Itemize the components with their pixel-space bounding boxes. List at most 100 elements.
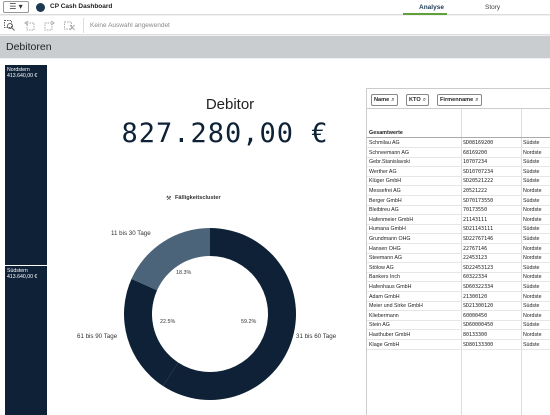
donut-slice-0[interactable] [131,228,210,291]
selection-toolbar: Keine Auswahl angewendet [0,16,550,35]
search-icon: ⌕ [422,97,427,103]
table-row[interactable]: Klage GmbH SD80133300 Südste [367,341,550,350]
table-row[interactable]: Humana GmbH SD21143111 Südste [367,225,550,235]
cell-kto: SD60000450 [463,322,494,329]
active-tab-indicator [403,13,447,15]
cell-kto: 22453123 [463,255,488,262]
segment-label-61-90: 61 bis 90 Tage [77,333,118,340]
cell-kto: SD60322334 [463,284,494,290]
cell-kto: 20521222 [463,188,488,194]
cell-firmenname: Südste [523,341,540,348]
cell-firmenname: Nordste [523,274,542,281]
table-row[interactable]: Gebr.Stanislavski 10707234 Südste [367,158,550,168]
cluster-icon[interactable]: ⚒ [166,195,171,202]
table-row[interactable]: Hafenhaus GmbH SD60322334 Südste [367,283,550,292]
cell-kto: 21300120 [463,293,488,300]
kpi-value: 827.280,00 € [121,118,329,149]
donut-chart[interactable] [100,222,320,402]
sheet-title: Debitoren [6,41,52,53]
table-row[interactable]: Klüger GmbH SD20521222 Südste [367,177,550,187]
step-back-icon[interactable] [24,20,35,31]
column-header-label: Name [374,97,390,103]
cell-firmenname: Südste [523,236,540,242]
table-row[interactable]: Bankers Inch 60322334 Nordste [367,273,550,283]
step-forward-icon[interactable] [44,20,55,31]
cell-firmenname: Südste [523,303,540,310]
cell-name: Klage GmbH [369,341,400,348]
cell-firmenname: Nordste [523,216,542,223]
table-row[interactable]: Berger GmbH SD70173550 Südste [367,197,550,206]
column-header-label: KTO [409,97,421,103]
column-search-name[interactable]: Name ⌕ [371,94,398,106]
table-row[interactable]: Stein AG SD60000450 Südste [367,321,550,331]
cell-firmenname: Südste [523,178,540,185]
cell-firmenname: Südste [523,168,540,175]
tab-story[interactable]: Story [485,4,500,11]
table-row[interactable]: Meier und Sirke GmbH SD21300120 Südste [367,302,550,312]
totals-row-label: Gesamtwerte [369,130,403,136]
cell-kto: SD22453123 [463,264,494,271]
region-value: 413.640,00 € [7,274,38,280]
column-search-kto[interactable]: KTO ⌕ [406,94,430,106]
pct-label-61-90: 22.5% [160,319,176,325]
top-bar: ☰ ▾ CP Cash Dashboard Analyse Story [0,0,550,15]
table-row[interactable]: Messefrei AG 20521222 Nordste [367,187,550,196]
table-row[interactable]: Adam GmbH 21300120 Nordste [367,293,550,302]
cell-name: Werther AG [369,168,397,175]
cell-name: Schneemann AG [369,149,410,156]
cell-firmenname: Südste [523,140,540,146]
cell-firmenname: Nordste [523,332,542,338]
table-row[interactable]: Steemann AG 22453123 Nordste [367,254,550,264]
cell-kto: SD20521222 [463,178,494,185]
table-row[interactable]: Hafenmeier GmbH 21143111 Nordste [367,216,550,225]
table-row[interactable]: Kliebermann 60000450 Nordste [367,312,550,321]
cell-name: Hafenhaus GmbH [369,284,412,290]
cell-firmenname: Südste [523,159,540,166]
table-row[interactable]: Hasthuber GmbH 80133300 Nordste [367,331,550,340]
menu-button[interactable]: ☰ ▾ [3,1,29,13]
cell-name: Hasthuber GmbH [369,332,411,338]
cell-name: Messefrei AG [369,188,401,194]
cell-name: Steemann AG [369,255,402,262]
cell-kto: 22767146 [463,245,488,252]
table-header: Name ⌕ KTO ⌕ Firmenname ⌕ [367,89,550,109]
selection-status: Keine Auswahl angewendet [90,22,170,29]
cell-kto: SD10707234 [463,168,494,175]
table-row[interactable]: Schneemann AG 68169200 Nordste [367,149,550,158]
sheet-header: Debitoren [0,36,550,58]
cell-kto: 80133300 [463,332,488,338]
segment-label-11-30: 11 bis 30 Tage [111,230,151,237]
region-value: 413.640,00 € [7,73,38,79]
table-row[interactable]: Schmilau AG SD08169200 Südste [367,139,550,148]
region-label-suedstern: Südstern 413.640,00 € [7,268,37,280]
cell-name: Meier und Sirke GmbH [369,303,423,310]
cell-kto: SD21143111 [463,226,494,233]
cell-firmenname: Südste [523,197,540,204]
table-row[interactable]: Bleibtreu AG 70173550 Nordste [367,206,550,216]
column-search-firmenname[interactable]: Firmenname ⌕ [437,94,482,106]
smart-search-icon[interactable] [4,20,15,31]
segment-label-31-60: 31 bis 60 Tage [296,333,337,340]
search-icon: ⌕ [391,97,395,103]
cell-name: Hafenmeier GmbH [369,216,414,223]
table-row[interactable]: Werther AG SD10707234 Südste [367,168,550,177]
cell-firmenname: Nordste [523,207,542,214]
region-bar-suedstern[interactable]: Südstern 413.640,00 € [5,266,47,415]
cell-kto: SD21300120 [463,303,494,310]
totals-divider [367,137,550,138]
toolbar-divider [83,18,84,33]
cell-kto: 60000450 [463,312,488,319]
cell-name: Kliebermann [369,312,399,319]
cell-firmenname: Nordste [523,312,542,319]
cell-firmenname: Südste [523,226,540,233]
region-bar-nordstern[interactable]: Nordstern 413.640,00 € [5,65,47,265]
table-row[interactable]: Stölow AG SD22453123 Südste [367,264,550,273]
cell-firmenname: Nordste [523,293,542,300]
debitor-table: Name ⌕ KTO ⌕ Firmenname ⌕ Gesamtwerte Schmi… [366,88,550,415]
table-row[interactable]: Grundmann OHG SD22767146 Südste [367,235,550,244]
cell-name: Humana GmbH [369,226,406,233]
table-row[interactable]: Hansen OHG 22767146 Nordste [367,245,550,254]
tab-analyse[interactable]: Analyse [419,4,444,11]
clear-selections-icon[interactable] [64,20,75,31]
donut-slice-2[interactable] [124,278,179,387]
